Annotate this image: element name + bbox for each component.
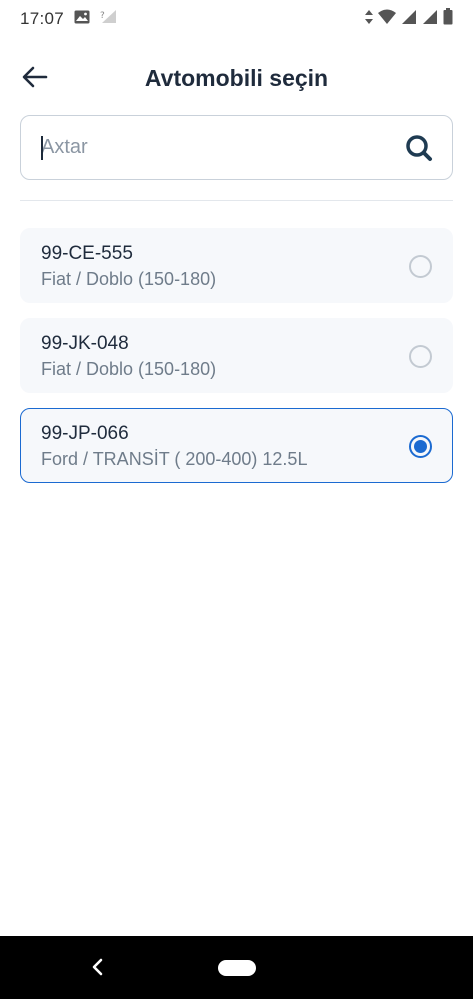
nav-back-icon[interactable] <box>86 956 108 978</box>
system-nav-bar <box>0 936 473 999</box>
vehicle-item[interactable]: 99-CE-555 Fiat / Doblo (150-180) <box>20 228 453 303</box>
status-time: 17:07 <box>20 9 65 28</box>
vehicle-plate: 99-JP-066 <box>41 423 129 444</box>
vehicle-radio[interactable] <box>409 345 432 368</box>
vehicle-radio-checked[interactable] <box>409 435 432 458</box>
text-cursor <box>41 136 43 160</box>
magnifier-icon[interactable] <box>404 133 434 163</box>
arrow-left-icon <box>22 66 48 93</box>
vehicle-plate: 99-CE-555 <box>41 243 133 264</box>
status-icons-right <box>365 8 453 30</box>
vehicle-list: 99-CE-555 Fiat / Doblo (150-180) 99-JK-0… <box>20 228 453 498</box>
vehicle-model: Ford / TRANSİT ( 200-400) 12.5L <box>41 449 308 469</box>
screen: 17:07 ? Avtomobili seçin Axtar 99-CE-555… <box>0 0 473 999</box>
signal-icon-2 <box>422 9 438 30</box>
image-icon <box>74 10 90 29</box>
back-button[interactable] <box>18 62 52 96</box>
signal-off-icon: ? <box>100 9 118 30</box>
vehicle-plate: 99-JK-048 <box>41 333 129 354</box>
vehicle-item-selected[interactable]: 99-JP-066 Ford / TRANSİT ( 200-400) 12.5… <box>20 408 453 483</box>
vehicle-item[interactable]: 99-JK-048 Fiat / Doblo (150-180) <box>20 318 453 393</box>
svg-text:?: ? <box>100 11 105 21</box>
data-arrows-icon <box>365 9 373 29</box>
wifi-icon <box>378 9 396 30</box>
search-input[interactable] <box>41 136 404 159</box>
header: Avtomobili seçin <box>0 50 473 106</box>
divider <box>20 200 453 201</box>
vehicle-radio[interactable] <box>409 255 432 278</box>
vehicle-model: Fiat / Doblo (150-180) <box>41 359 217 379</box>
battery-icon <box>443 8 453 30</box>
page-title: Avtomobili seçin <box>144 64 329 91</box>
nav-home-pill[interactable] <box>218 960 256 976</box>
status-bar: 17:07 ? <box>0 0 473 38</box>
search-box[interactable] <box>20 115 453 180</box>
vehicle-model: Fiat / Doblo (150-180) <box>41 269 217 289</box>
signal-icon <box>401 9 417 30</box>
status-left: 17:07 ? <box>20 9 118 30</box>
